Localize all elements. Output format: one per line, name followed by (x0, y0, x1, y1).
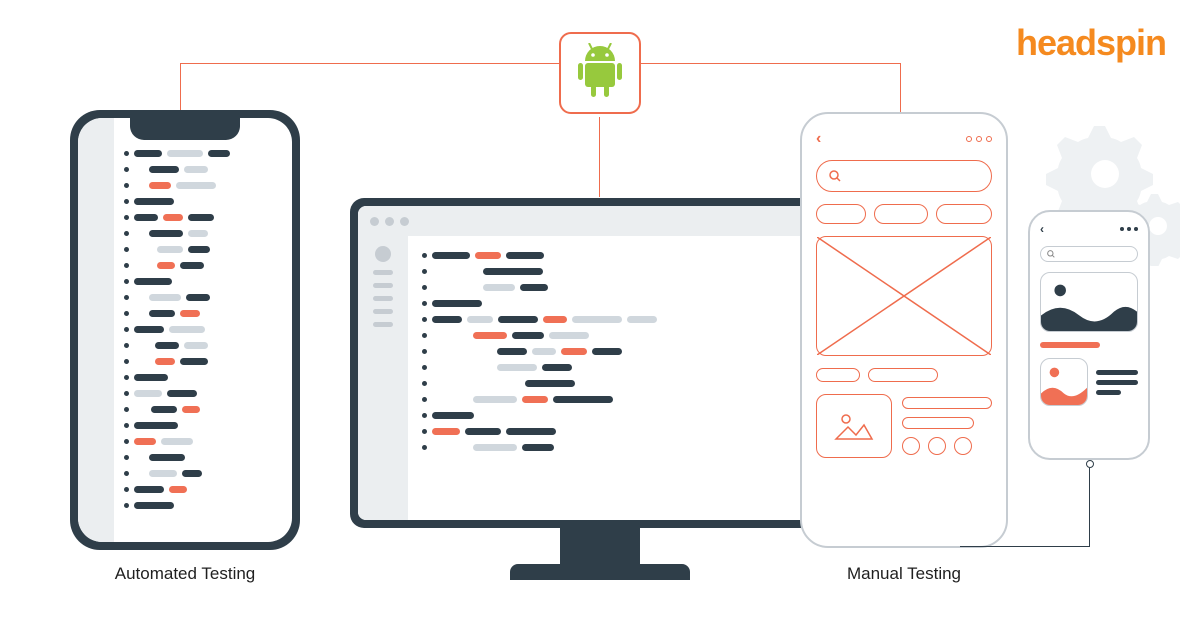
image-placeholder-x (816, 236, 992, 356)
image-card (1040, 272, 1138, 332)
label-automated-testing: Automated Testing (70, 564, 300, 584)
filter-pills (816, 204, 992, 224)
monitor (350, 198, 850, 528)
content-row (816, 394, 992, 458)
connector-line (599, 117, 600, 197)
code-block (114, 118, 292, 542)
label-manual-testing: Manual Testing (800, 564, 1008, 584)
tag-pills (816, 368, 992, 382)
image-thumbnail (1040, 358, 1088, 406)
phone-sidebar (78, 118, 114, 542)
android-icon (573, 43, 627, 103)
back-icon: ‹ (816, 130, 821, 148)
small-phone-header: ‹ (1040, 222, 1138, 236)
search-icon (1047, 250, 1055, 258)
monitor-sidebar (358, 236, 408, 520)
menu-dots-icon (966, 136, 992, 142)
search-icon (829, 170, 841, 182)
wireframe-header: ‹ (816, 130, 992, 148)
connector-node (1086, 460, 1094, 468)
brand-logo: headspin (1016, 22, 1166, 64)
connector-line (180, 63, 181, 113)
search-field (1040, 246, 1138, 262)
connector-line (900, 63, 901, 113)
monitor-base (510, 564, 690, 580)
progress-bar (1040, 342, 1100, 348)
phone-screen (78, 118, 292, 542)
code-block (408, 236, 842, 520)
monitor-screen (358, 206, 842, 520)
menu-dots-icon (1120, 227, 1138, 231)
connector-line (180, 63, 900, 64)
search-field (816, 160, 992, 192)
content-row (1040, 358, 1138, 406)
small-phone: ‹ (1028, 210, 1150, 460)
android-icon-box (559, 32, 641, 114)
image-placeholder-icon (816, 394, 892, 458)
connector-line (960, 546, 1090, 547)
wireframe-phone: ‹ (800, 112, 1008, 548)
phone-automated (70, 110, 300, 550)
phone-notch (130, 118, 240, 140)
window-controls (358, 206, 842, 236)
back-icon: ‹ (1040, 222, 1044, 236)
connector-line (1089, 468, 1090, 546)
action-circles (902, 437, 992, 455)
